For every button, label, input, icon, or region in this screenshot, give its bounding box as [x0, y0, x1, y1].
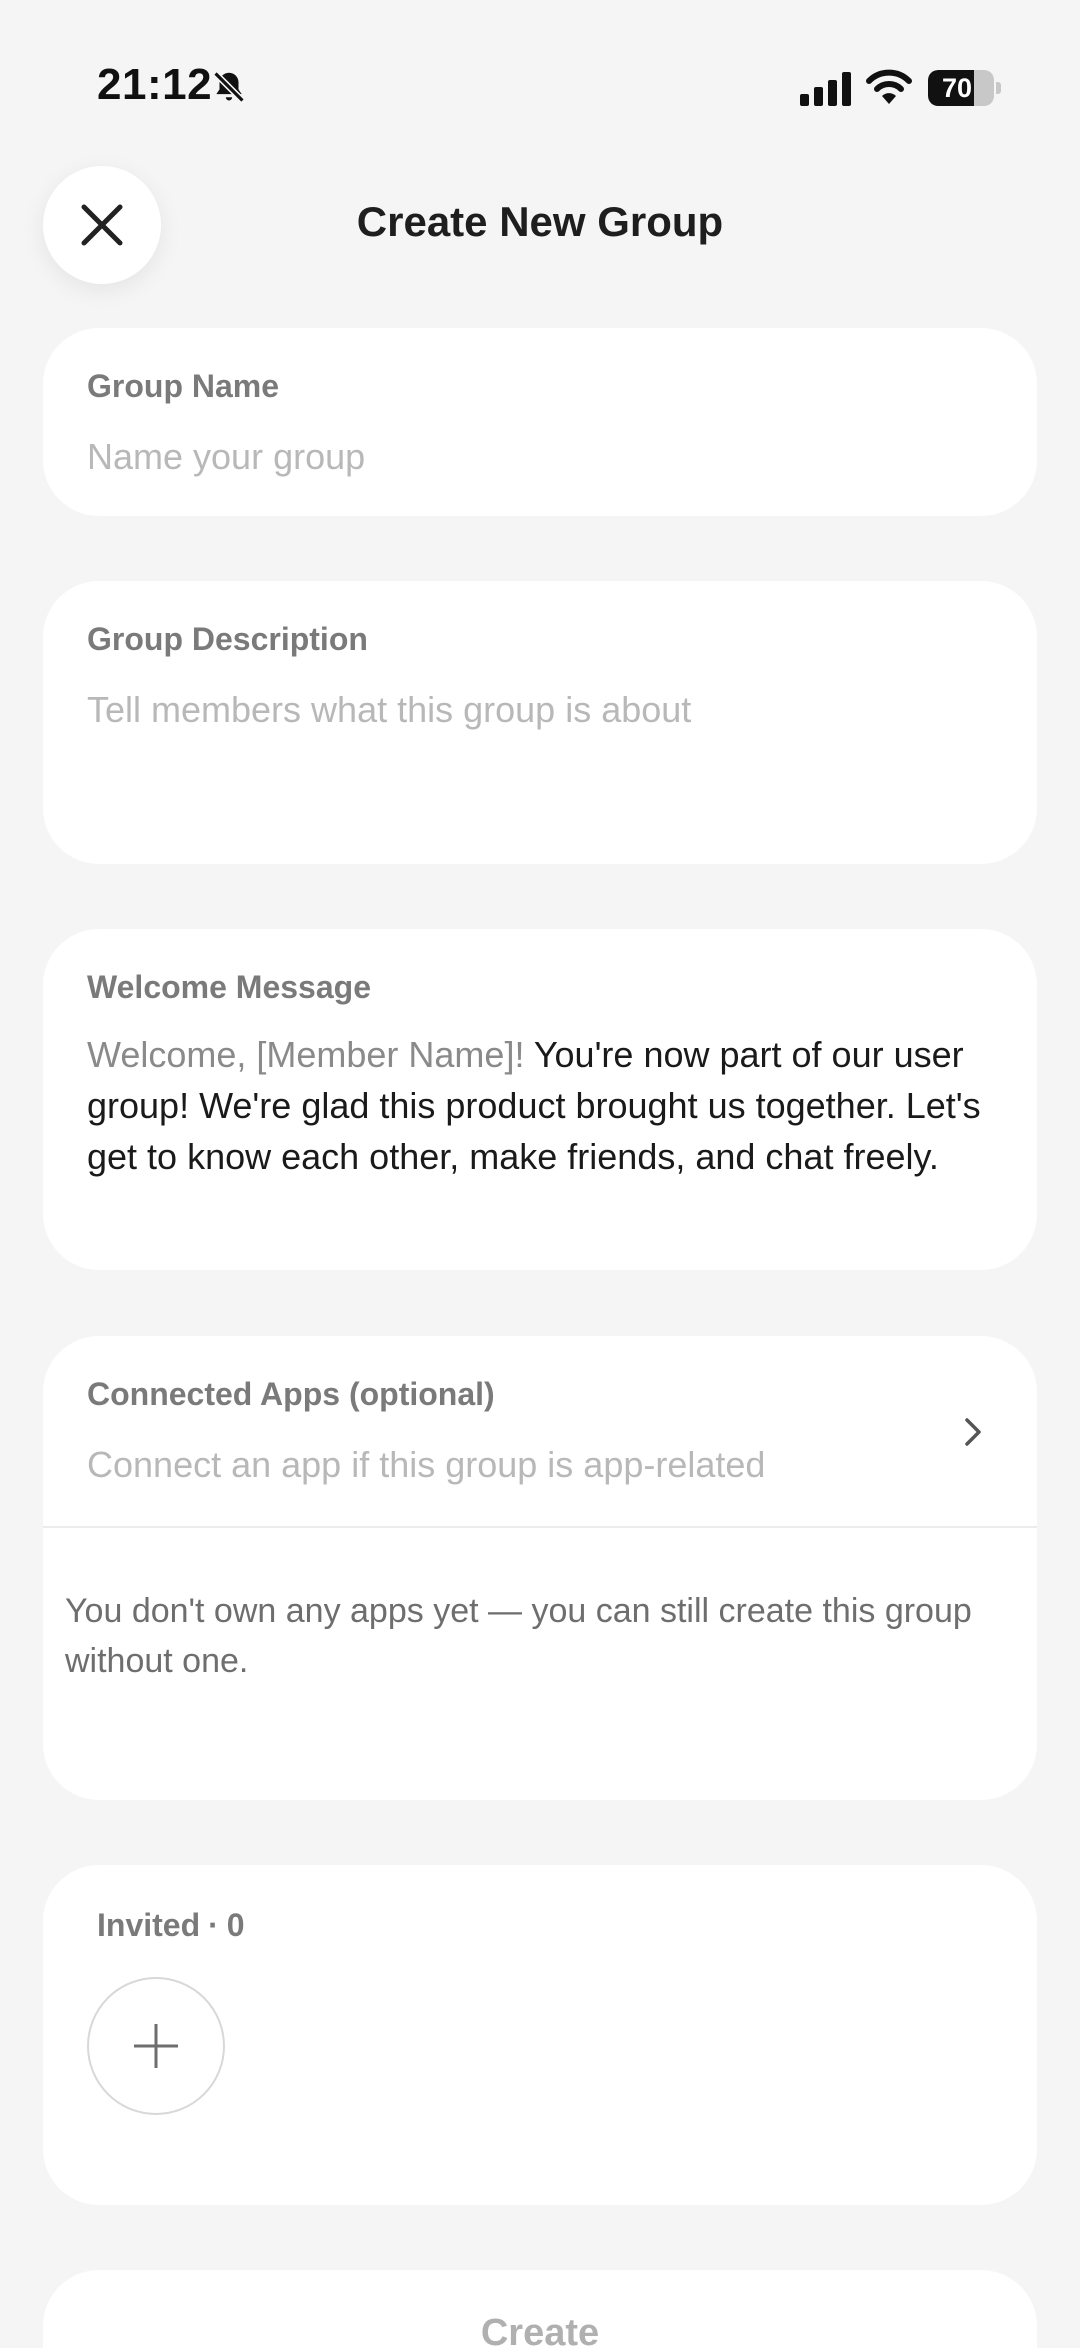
wifi-icon [866, 69, 912, 104]
welcome-message-label: Welcome Message [87, 969, 371, 1005]
invited-title: Invited [97, 1907, 201, 1943]
battery-icon: 70 [928, 70, 1001, 106]
connected-apps-section: Connected Apps (optional) Connect an app… [43, 1336, 1037, 1800]
create-button-label: Create [480, 2312, 600, 2348]
connected-apps-selector[interactable]: Connect an app if this group is app-rela… [87, 1444, 765, 1486]
group-name-input[interactable]: Name your group [87, 436, 365, 478]
welcome-message-prefix: Welcome, [Member Name]! [87, 1034, 525, 1075]
group-name-field[interactable]: Group Name Name your group [43, 328, 1037, 516]
create-group-screen: 21:12 70 Create New Group Group Name Nam… [0, 0, 1080, 2348]
group-description-label: Group Description [87, 621, 368, 657]
welcome-message-field[interactable]: Welcome Message Welcome, [Member Name]! … [43, 929, 1037, 1270]
page-title: Create New Group [356, 198, 724, 245]
welcome-message-input[interactable]: Welcome, [Member Name]! You're now part … [87, 1029, 1007, 1182]
battery-tip [996, 82, 1001, 94]
signal-icon [800, 72, 851, 106]
add-member-button[interactable] [87, 1977, 225, 2115]
invited-label: Invited · 0 [97, 1907, 245, 1944]
status-time: 21:12 [97, 60, 213, 109]
divider [43, 1526, 1037, 1528]
bell-off-icon [213, 71, 245, 103]
group-description-field[interactable]: Group Description Tell members what this… [43, 581, 1037, 864]
invited-separator: · [208, 1907, 219, 1943]
group-description-input[interactable]: Tell members what this group is about [87, 689, 691, 731]
invited-section: Invited · 0 [43, 1865, 1037, 2205]
chevron-right-icon[interactable] [959, 1410, 987, 1454]
battery-body: 70 [928, 70, 994, 106]
connected-apps-note: You don't own any apps yet — you can sti… [65, 1592, 972, 1680]
plus-icon [134, 2024, 178, 2068]
invited-count: 0 [226, 1907, 245, 1943]
create-button[interactable]: Create [43, 2270, 1037, 2348]
connected-apps-label: Connected Apps (optional) [87, 1376, 495, 1412]
status-bar: 21:12 70 [0, 0, 1080, 150]
group-name-label: Group Name [87, 368, 280, 404]
battery-level: 70 [941, 73, 973, 103]
